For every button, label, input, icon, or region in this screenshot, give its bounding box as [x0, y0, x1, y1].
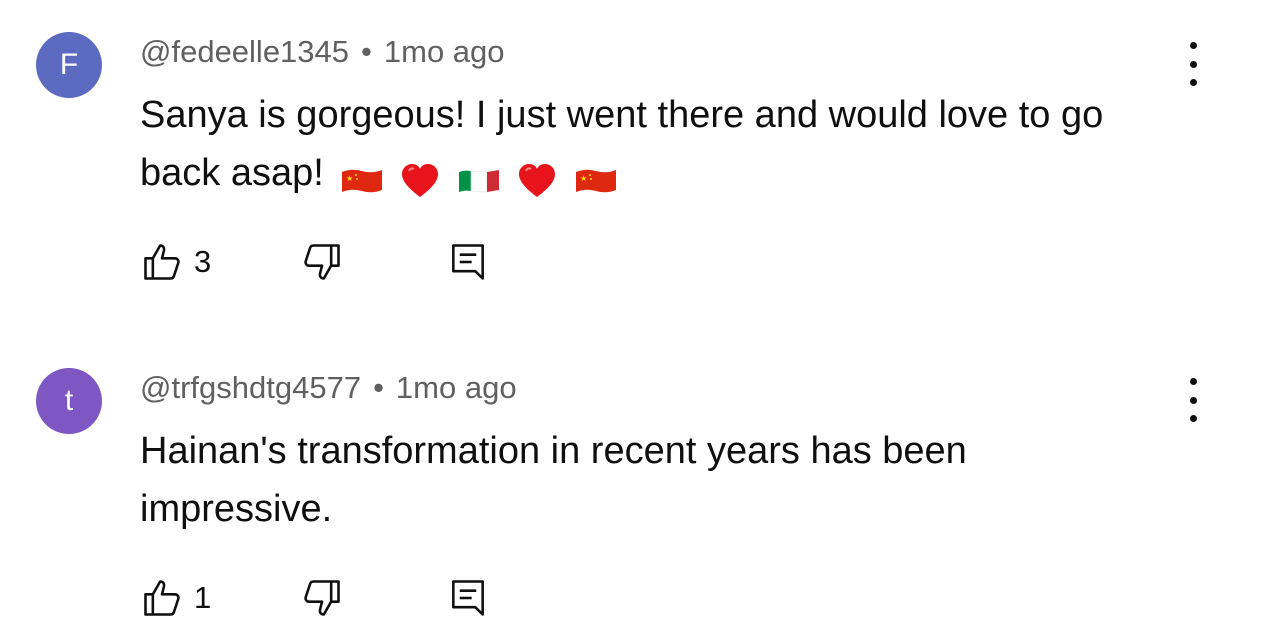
comment-author[interactable]: @trfgshdtg4577: [140, 370, 361, 405]
avatar[interactable]: t: [36, 368, 102, 434]
comment-time[interactable]: 1mo ago: [396, 370, 517, 405]
dot-icon: [1189, 378, 1197, 385]
comment: F @fedeelle1345 • 1mo ago Sanya is gorgeou…: [0, 0, 1267, 300]
china-flag-icon: ★: [576, 169, 617, 193]
dot-icon: [1189, 60, 1197, 68]
like-count: 1: [194, 580, 212, 615]
reply-button[interactable]: [446, 576, 490, 620]
dot-icon: [1189, 415, 1197, 422]
thumbs-up-icon: [144, 244, 180, 280]
comment-text: Hainan's transformation in recent years …: [140, 422, 1150, 538]
red-heart-icon: [402, 163, 439, 197]
more-options-button[interactable]: [1178, 378, 1208, 422]
dislike-button[interactable]: [300, 576, 344, 620]
reply-comment-icon: [452, 244, 484, 280]
avatar[interactable]: F: [36, 32, 102, 98]
emoji-row: ★ ★: [340, 150, 624, 208]
dot-icon: [1189, 396, 1197, 404]
comment-text: Sanya is gorgeous! I just went there and…: [140, 86, 1150, 208]
avatar-letter: t: [64, 384, 74, 417]
red-heart-icon: [519, 163, 556, 197]
svg-text:★: ★: [346, 174, 353, 183]
like-button[interactable]: 1: [140, 576, 211, 620]
separator-dot: •: [361, 34, 372, 69]
italy-flag-icon: [458, 169, 499, 193]
dot-icon: [1189, 42, 1197, 49]
avatar-letter: F: [59, 48, 79, 81]
reply-button[interactable]: [446, 240, 490, 284]
comment-body: Hainan's transformation in recent years …: [140, 430, 967, 530]
comment-time[interactable]: 1mo ago: [384, 34, 505, 69]
thumbs-up-icon: [144, 580, 180, 616]
more-options-button[interactable]: [1178, 42, 1208, 86]
like-button[interactable]: 3: [140, 240, 211, 284]
thumbs-down-icon: [304, 580, 340, 616]
dot-icon: [1189, 79, 1197, 86]
thumbs-down-icon: [304, 244, 340, 280]
dislike-button[interactable]: [300, 240, 344, 284]
comment-meta: @trfgshdtg4577 • 1mo ago: [140, 370, 517, 406]
svg-text:★: ★: [580, 174, 587, 183]
reply-comment-icon: [452, 580, 484, 616]
comment-author[interactable]: @fedeelle1345: [140, 34, 349, 69]
comment-meta: @fedeelle1345 • 1mo ago: [140, 34, 505, 70]
separator-dot: •: [373, 370, 384, 405]
like-count: 3: [194, 244, 212, 279]
comment: t @trfgshdtg4577 • 1mo ago Hainan's transf…: [0, 336, 1267, 636]
china-flag-icon: ★: [341, 169, 382, 193]
